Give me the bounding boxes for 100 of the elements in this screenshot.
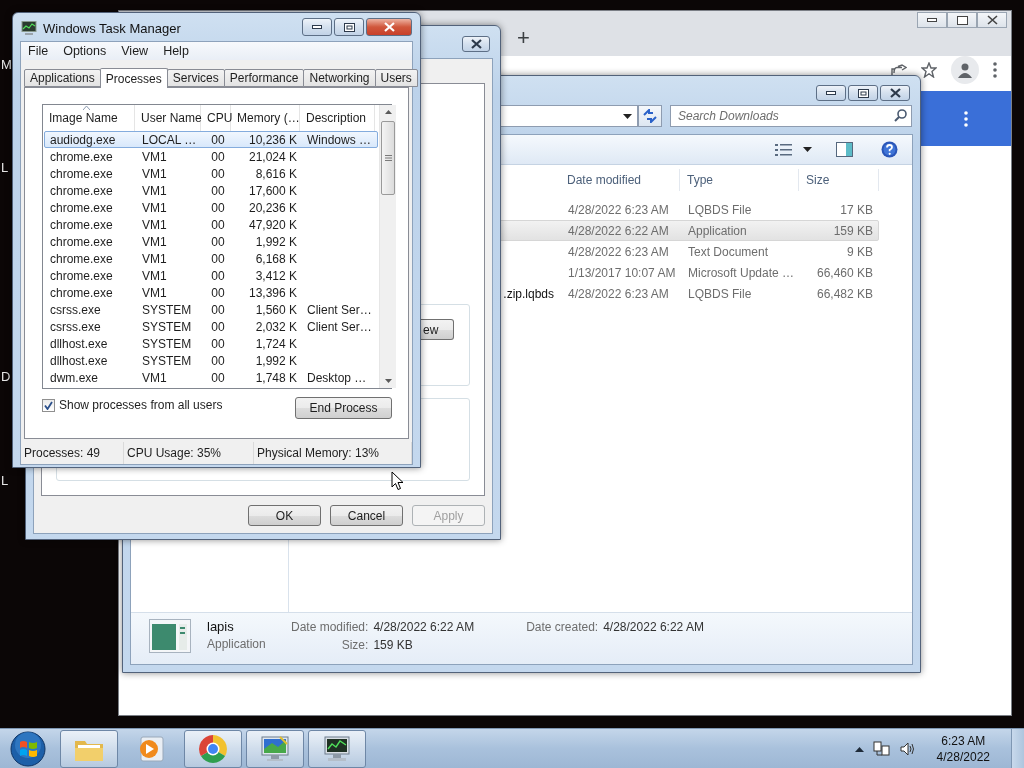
table-cell-text: 21,024 K: [247, 149, 298, 164]
close-button[interactable]: [462, 36, 490, 52]
process-row[interactable]: csrss.exe SYSTEM 00 1,560 K Client Ser…: [44, 301, 378, 318]
table-cell-text: 00: [210, 234, 226, 249]
table-cell-text: 00: [210, 268, 226, 283]
table-cell-text: 1,724 K: [254, 336, 298, 351]
tab[interactable]: Applications: [24, 69, 101, 87]
dialog-button[interactable]: Cancel: [330, 505, 403, 526]
table-cell-text: 17 KB: [839, 202, 874, 217]
field-label: Date modified:: [291, 620, 369, 634]
table-cell-text: 8,616 K: [254, 166, 298, 181]
table-cell-text: chrome.exe: [49, 285, 114, 300]
close-button[interactable]: [880, 85, 910, 101]
file-type: Application: [207, 637, 267, 651]
profile-button[interactable]: [951, 55, 979, 84]
refresh-button[interactable]: [638, 105, 662, 127]
table-cell-text: SYSTEM: [141, 302, 193, 317]
maximize-button[interactable]: [947, 12, 977, 28]
table-cell-text: 17,600 K: [247, 183, 298, 198]
view-button[interactable]: ew: [421, 319, 454, 340]
tab[interactable]: Services: [166, 69, 225, 87]
table-cell-text: 3,412 K: [254, 268, 298, 283]
share-icon[interactable]: [891, 63, 907, 76]
process-row[interactable]: dllhost.exe SYSTEM 00 1,724 K: [44, 335, 378, 352]
media-player-icon: [137, 734, 165, 763]
search-field[interactable]: Search Downloads: [670, 105, 912, 127]
table-cell-text: 1,748 K: [254, 370, 298, 385]
person-icon: [957, 61, 973, 78]
menu-item[interactable]: Options: [57, 44, 113, 58]
process-row[interactable]: dllhost.exe SYSTEM 00 1,992 K: [44, 352, 378, 369]
table-cell-text: 00: [210, 302, 226, 317]
table-cell-text: chrome.exe: [49, 251, 114, 266]
table-cell-text: VM1: [141, 251, 168, 266]
table-cell-text: 159 KB: [832, 223, 874, 238]
menu-icon[interactable]: [993, 61, 997, 78]
clock-date: 4/28/2022: [936, 749, 990, 764]
minimize-button[interactable]: [302, 18, 332, 36]
table-cell-text: Text Document: [687, 244, 770, 259]
minimize-button[interactable]: [917, 12, 947, 28]
menu-item[interactable]: File: [22, 44, 55, 58]
table-cell-text: 00: [210, 285, 226, 300]
maximize-button[interactable]: [334, 18, 364, 36]
process-row[interactable]: chrome.exe VM1 00 20,236 K: [44, 199, 378, 216]
caret-icon[interactable]: [803, 147, 812, 152]
view-options-icon[interactable]: [775, 142, 793, 157]
maximize-icon: [343, 22, 355, 32]
tab[interactable]: Performance: [223, 69, 305, 87]
file-name: .zip.lqbds: [503, 286, 554, 301]
process-row[interactable]: csrss.exe SYSTEM 00 2,032 K Client Ser…: [44, 318, 378, 335]
table-cell-text: 66,460 KB: [815, 265, 874, 280]
process-row[interactable]: chrome.exe VM1 00 3,412 K: [44, 267, 378, 284]
process-row[interactable]: chrome.exe VM1 00 17,600 K: [44, 182, 378, 199]
menu-item[interactable]: View: [115, 44, 155, 58]
process-row[interactable]: audiodg.exe LOCAL … 00 10,236 K Windows …: [44, 131, 378, 148]
star-icon[interactable]: [921, 61, 937, 78]
scrollbar[interactable]: [379, 105, 396, 388]
volume-icon[interactable]: [899, 741, 916, 756]
scroll-thumb[interactable]: [381, 121, 395, 195]
process-row[interactable]: dwm.exe VM1 00 1,748 K Desktop …: [44, 369, 378, 386]
table-cell-text: SYSTEM: [141, 336, 193, 351]
network-icon[interactable]: [872, 740, 891, 757]
table-cell-text: 13,396 K: [247, 285, 298, 300]
table-cell-text: LOCAL …: [141, 132, 198, 147]
process-row[interactable]: chrome.exe VM1 00 21,024 K: [44, 148, 378, 165]
process-row[interactable]: chrome.exe VM1 00 13,396 K: [44, 284, 378, 301]
table-cell-text: LQBDS File: [687, 202, 753, 217]
clock[interactable]: 6:23 AM 4/28/2022: [936, 733, 990, 764]
minimize-button[interactable]: [816, 85, 846, 101]
column-header[interactable]: Type: [680, 169, 799, 191]
new-tab-button[interactable]: +: [515, 27, 532, 49]
checkbox[interactable]: [42, 398, 55, 412]
table-cell-text: 1,560 K: [254, 302, 298, 317]
taskbar-app-button[interactable]: [308, 729, 366, 768]
process-row[interactable]: chrome.exe VM1 00 8,616 K: [44, 165, 378, 182]
menu-item[interactable]: Help: [157, 44, 195, 58]
tab[interactable]: Processes: [99, 68, 168, 88]
maximize-button[interactable]: [848, 85, 878, 101]
column-header[interactable]: Size: [799, 169, 879, 191]
table-cell-text: Client Ser…: [306, 302, 373, 317]
tab[interactable]: Users: [374, 69, 418, 87]
show-hidden-icons-icon[interactable]: [854, 745, 864, 752]
table-cell-text: 00: [210, 166, 226, 181]
tab[interactable]: Networking: [303, 69, 376, 87]
windows-logo-icon: [9, 729, 47, 768]
preview-pane-icon[interactable]: [836, 142, 853, 157]
process-row[interactable]: chrome.exe VM1 00 6,168 K: [44, 250, 378, 267]
dialog-button[interactable]: OK: [248, 505, 321, 526]
field-value: 159 KB: [373, 638, 414, 652]
field-value: 4/28/2022 6:22 AM: [603, 620, 704, 634]
table-cell-text: csrss.exe: [49, 319, 102, 334]
table-cell-text: chrome.exe: [49, 200, 114, 215]
help-icon[interactable]: [881, 141, 898, 158]
column-header[interactable]: Date modified: [560, 169, 680, 191]
table-cell-text: VM1: [141, 200, 168, 215]
table-cell-text: 6,168 K: [254, 251, 298, 266]
close-button[interactable]: [977, 12, 1007, 28]
end-process-button[interactable]: End Process: [295, 397, 392, 419]
close-button[interactable]: [366, 18, 412, 36]
table-cell-text: 00: [210, 353, 226, 368]
more-icon[interactable]: [964, 110, 968, 127]
